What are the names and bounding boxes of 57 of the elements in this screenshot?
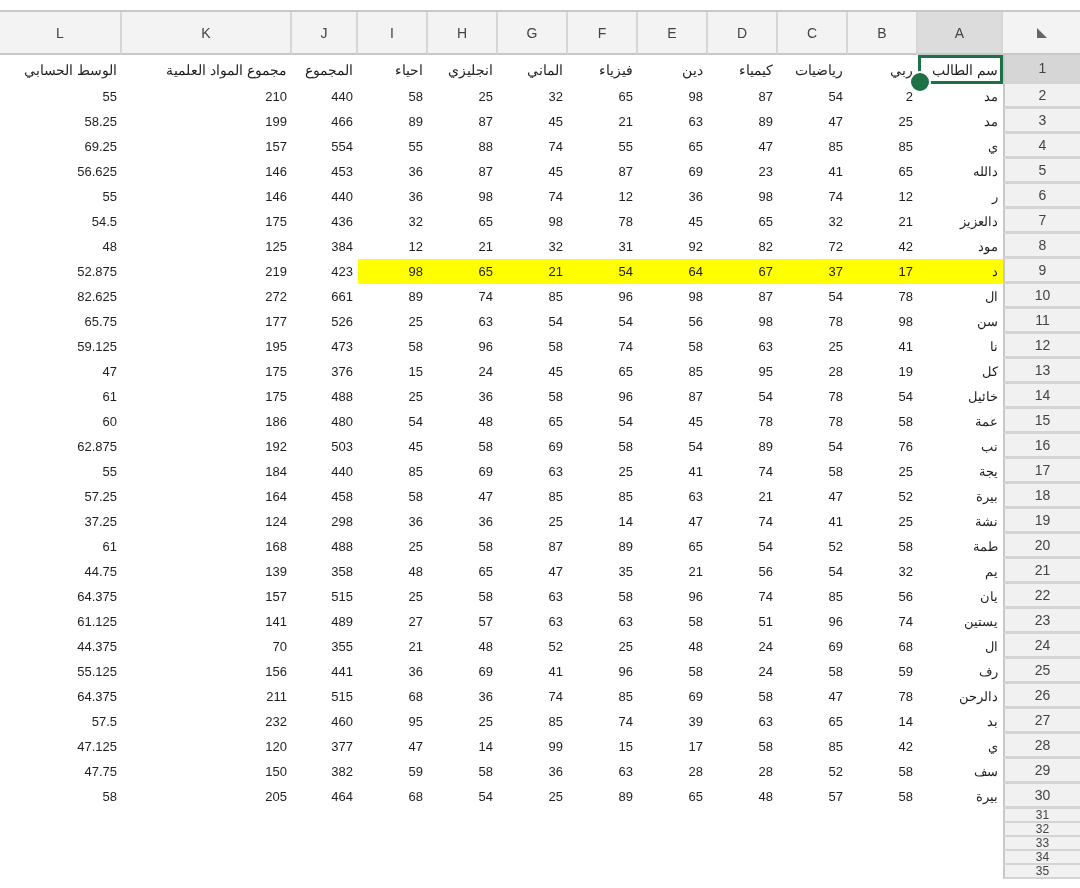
column-header[interactable]: I [358, 12, 428, 55]
row-header[interactable]: 22 [1003, 584, 1080, 609]
row-header[interactable]: 29 [1003, 759, 1080, 784]
row-header[interactable]: 21 [1003, 559, 1080, 584]
table-cell: 64 [638, 259, 708, 284]
row-header[interactable]: 23 [1003, 609, 1080, 634]
row-header[interactable]: 25 [1003, 659, 1080, 684]
table-cell: 54 [568, 259, 638, 284]
row-header[interactable]: 12 [1003, 334, 1080, 359]
row-header[interactable]: 6 [1003, 184, 1080, 209]
row-header[interactable]: 4 [1003, 134, 1080, 159]
column-header[interactable]: H [428, 12, 498, 55]
column-header[interactable]: C [778, 12, 848, 55]
row-header[interactable]: 13 [1003, 359, 1080, 384]
row-header[interactable]: 10 [1003, 284, 1080, 309]
row-header[interactable]: 31 [1003, 809, 1080, 823]
row-header[interactable]: 9 [1003, 259, 1080, 284]
triangle-icon [1036, 27, 1047, 38]
row-header[interactable]: 19 [1003, 509, 1080, 534]
row-header[interactable]: 33 [1003, 837, 1080, 851]
row-header[interactable]: 15 [1003, 409, 1080, 434]
row-header[interactable]: 28 [1003, 734, 1080, 759]
table-cell: 67 [708, 259, 778, 284]
table-cell: 21 [498, 259, 568, 284]
row-header[interactable]: 8 [1003, 234, 1080, 259]
row-header[interactable]: 17 [1003, 459, 1080, 484]
row-header[interactable]: 32 [1003, 823, 1080, 837]
row-header[interactable]: 5 [1003, 159, 1080, 184]
table-cell: 17 [848, 259, 918, 284]
table-cell: 65 [428, 259, 498, 284]
table-cell: 37 [778, 259, 848, 284]
row-header[interactable]: 26 [1003, 684, 1080, 709]
column-header[interactable]: E [638, 12, 708, 55]
table-cell: د [918, 259, 1003, 284]
column-header[interactable]: G [498, 12, 568, 55]
row-header[interactable]: 16 [1003, 434, 1080, 459]
row-header[interactable]: 27 [1003, 709, 1080, 734]
column-header[interactable]: K [122, 12, 292, 55]
column-header[interactable]: A [918, 12, 1003, 55]
column-header[interactable]: B [848, 12, 918, 55]
row-header[interactable]: 18 [1003, 484, 1080, 509]
column-header[interactable]: F [568, 12, 638, 55]
row-header[interactable]: 30 [1003, 784, 1080, 809]
row-header[interactable]: 1 [1003, 55, 1080, 84]
column-header[interactable]: L [0, 12, 122, 55]
row-header[interactable]: 14 [1003, 384, 1080, 409]
row-header[interactable]: 35 [1003, 865, 1080, 879]
row-header[interactable]: 20 [1003, 534, 1080, 559]
row-header[interactable]: 11 [1003, 309, 1080, 334]
row-header[interactable]: 2 [1003, 84, 1080, 109]
row-header[interactable]: 24 [1003, 634, 1080, 659]
row-header[interactable]: 34 [1003, 851, 1080, 865]
row-header[interactable]: 7 [1003, 209, 1080, 234]
table-cell: 98 [358, 259, 428, 284]
row-header[interactable]: 3 [1003, 109, 1080, 134]
column-header[interactable]: D [708, 12, 778, 55]
column-header[interactable]: J [292, 12, 358, 55]
